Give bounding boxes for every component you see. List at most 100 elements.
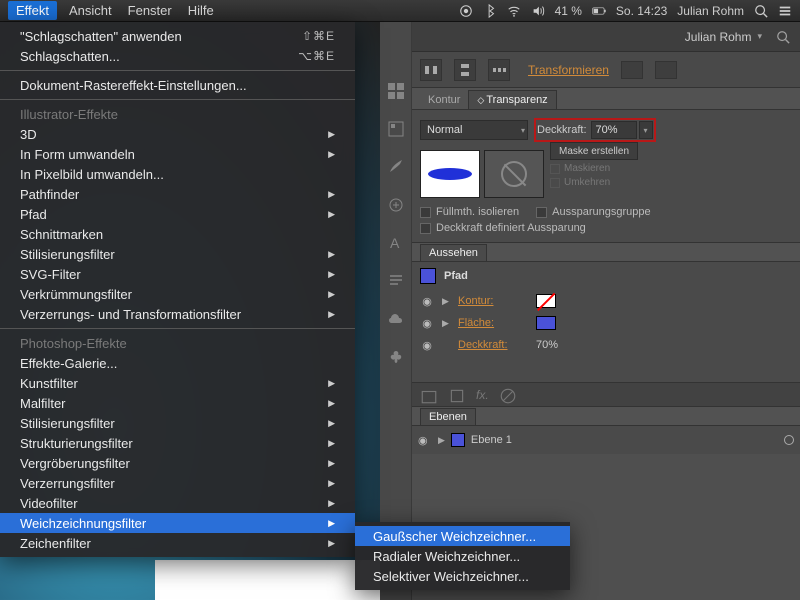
layer-target-icon[interactable] [784,435,794,445]
menu-in-pixelbild[interactable]: In Pixelbild umwandeln... [0,164,355,184]
clock-label[interactable]: So. 14:23 [616,4,667,18]
menu-stilisierung-ai[interactable]: Stilisierungsfilter▶ [0,244,355,264]
align-vertical-icon[interactable] [454,59,476,81]
panel-icon-grid[interactable] [387,82,405,100]
panel-icon-paragraph[interactable] [387,272,405,290]
battery-icon[interactable] [592,4,606,18]
control-bar: Transformieren [412,52,800,88]
battery-label: 41 % [555,4,582,18]
menu-verzerrung-ps[interactable]: Verzerrungsfilter▶ [0,473,355,493]
no-mask-icon [501,161,527,187]
opacity-defines-knockout-checkbox[interactable] [420,223,431,234]
layers-panel-header: Ebenen [412,406,800,426]
footer-btn-clear[interactable] [499,387,517,403]
wifi-icon[interactable] [507,4,521,18]
menu-verkruemmung[interactable]: Verkrümmungsfilter▶ [0,284,355,304]
align-horizontal-icon[interactable] [420,59,442,81]
bluetooth-icon[interactable] [483,4,497,18]
menu-pfad[interactable]: Pfad▶ [0,204,355,224]
menu-svg-filter[interactable]: SVG-Filter▶ [0,264,355,284]
distribute-icon[interactable] [488,59,510,81]
menu-hilfe[interactable]: Hilfe [188,3,214,18]
siri-icon[interactable] [459,4,473,18]
user-label[interactable]: Julian Rohm [677,4,744,18]
layer-row[interactable]: ◉ ▶ Ebene 1 [418,430,794,450]
menu-vergroeberung[interactable]: Vergröberungsfilter▶ [0,453,355,473]
panel-icon-swatches[interactable] [387,120,405,138]
isolate-blending-checkbox[interactable] [420,207,431,218]
menu-effekt[interactable]: Effekt [8,1,57,20]
weichzeichnung-submenu: Gaußscher Weichzeichner... Radialer Weic… [355,522,570,590]
menu-fenster[interactable]: Fenster [128,3,172,18]
appearance-panel-footer: fx. [412,382,800,406]
panel-icon-type[interactable]: A [387,234,405,252]
transform-btn-2[interactable] [655,61,677,79]
menu-in-form[interactable]: In Form umwandeln▶ [0,144,355,164]
layer-name[interactable]: Ebene 1 [471,434,512,446]
menu-3d[interactable]: 3D▶ [0,124,355,144]
mask-clip-checkbox[interactable]: Maskieren [550,163,638,174]
menu-malfilter[interactable]: Malfilter▶ [0,393,355,413]
menu-videofilter[interactable]: Videofilter▶ [0,493,355,513]
knockout-group-label: Aussparungsgruppe [552,206,650,218]
footer-btn-2[interactable] [448,387,466,403]
menu-verzerrung-ai[interactable]: Verzerrungs- und Transformationsfilter▶ [0,304,355,324]
opacity-input[interactable]: 70% [591,121,637,139]
workspace-dropdown-icon[interactable]: ▾ [757,31,762,42]
transform-btn-1[interactable] [621,61,643,79]
menu-ansicht[interactable]: Ansicht [69,3,112,18]
effekt-dropdown: "Schlagschatten" anwenden⇧⌘E Schlagschat… [0,22,355,557]
menu-stilisierung-ps[interactable]: Stilisierungsfilter▶ [0,413,355,433]
knockout-group-checkbox[interactable] [536,207,547,218]
fill-swatch[interactable] [536,316,556,330]
appearance-opacity-row[interactable]: ◉▶ Deckkraft: 70% [420,334,792,356]
svg-text:A: A [390,235,400,251]
layer-color-swatch [451,433,465,447]
opacity-dropdown-icon[interactable]: ▾ [639,121,653,139]
footer-btn-1[interactable] [420,387,438,403]
menu-effekte-galerie[interactable]: Effekte-Galerie... [0,353,355,373]
panel-icon-cloud[interactable] [387,310,405,328]
submenu-gausscher[interactable]: Gaußscher Weichzeichner... [355,526,570,546]
submenu-selektiver[interactable]: Selektiver Weichzeichner... [355,566,570,586]
tab-transparenz[interactable]: ◇Transparenz [468,90,556,109]
panel-icon-club[interactable] [387,348,405,366]
search-icon[interactable] [776,30,790,44]
menu-kunstfilter[interactable]: Kunstfilter▶ [0,373,355,393]
layer-eye-icon[interactable]: ◉ [418,434,432,447]
make-mask-button[interactable]: Maske erstellen [550,142,638,160]
menu-schnittmarken[interactable]: Schnittmarken [0,224,355,244]
menu-raster-settings[interactable]: Dokument-Rastereffekt-Einstellungen... [0,75,355,95]
panel-icon-brushes[interactable] [387,158,405,176]
panel-icon-symbols[interactable] [387,196,405,214]
transform-link[interactable]: Transformieren [528,63,609,77]
mask-thumbnail[interactable] [484,150,544,198]
mask-invert-checkbox[interactable]: Umkehren [550,177,638,188]
menu-apply-last[interactable]: "Schlagschatten" anwenden⇧⌘E [0,26,355,46]
tab-kontur[interactable]: Kontur [420,91,468,109]
appearance-stroke-row[interactable]: ◉▶ Kontur: [420,290,792,312]
menu-extras-icon[interactable] [778,4,792,18]
menu-weichzeichnung[interactable]: Weichzeichnungsfilter▶ [0,513,355,533]
object-thumbnail[interactable] [420,150,480,198]
eye-icon[interactable]: ◉ [420,317,434,330]
spotlight-icon[interactable] [754,4,768,18]
menu-pathfinder[interactable]: Pathfinder▶ [0,184,355,204]
submenu-radialer[interactable]: Radialer Weichzeichner... [355,546,570,566]
stroke-swatch-none[interactable] [536,294,556,308]
tab-aussehen[interactable]: Aussehen [420,244,487,261]
volume-icon[interactable] [531,4,545,18]
appearance-fill-row[interactable]: ◉▶ Fläche: [420,312,792,334]
eye-icon[interactable]: ◉ [420,295,434,308]
opacity-defines-knockout-label: Deckkraft definiert Aussparung [436,222,586,234]
appearance-panel-header: Aussehen [412,242,800,262]
menu-last-effect[interactable]: Schlagschatten...⌥⌘E [0,46,355,66]
eye-icon[interactable]: ◉ [420,339,434,352]
blend-mode-select[interactable]: Normal▾ [420,120,528,140]
tab-ebenen[interactable]: Ebenen [420,408,476,425]
workspace-name[interactable]: Julian Rohm [685,30,752,44]
section-photoshop-effekte: Photoshop-Effekte [0,333,355,353]
menu-zeichenfilter[interactable]: Zeichenfilter▶ [0,533,355,553]
menu-strukturierung[interactable]: Strukturierungsfilter▶ [0,433,355,453]
stroke-transparency-tabs: Kontur ◇Transparenz [412,88,800,110]
